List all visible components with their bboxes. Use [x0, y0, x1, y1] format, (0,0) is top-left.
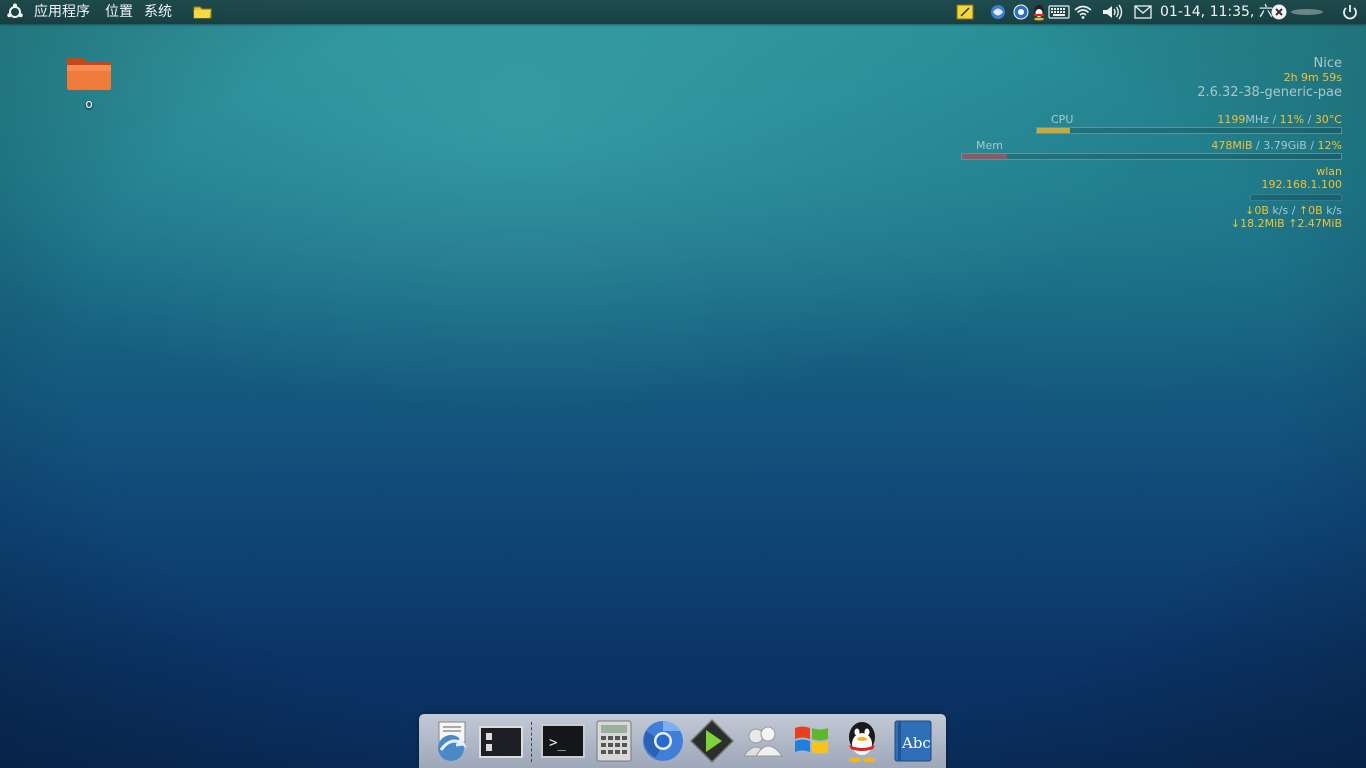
- mem-bar: [961, 153, 1342, 160]
- mem-used: 478MiB: [1211, 139, 1253, 152]
- file-manager-icon[interactable]: [429, 718, 475, 764]
- net-totals: ↓18.2MiB ↑2.47MiB: [1231, 217, 1342, 230]
- user-name-smudge: [1290, 3, 1324, 21]
- cpu-stats: 1199MHz / 11% / 30°C: [1217, 113, 1342, 126]
- ubuntu-logo-icon[interactable]: [6, 3, 24, 21]
- net-up-total: ↑2.47MiB: [1288, 217, 1342, 230]
- chromium-icon[interactable]: [640, 718, 686, 764]
- net-bar: [1250, 194, 1342, 201]
- mem-bar-fill: [962, 154, 1007, 159]
- net-down-total: ↓18.2MiB: [1230, 217, 1285, 230]
- net-down-rate: ↓0B: [1245, 204, 1269, 217]
- cpu-freq: 1199: [1217, 113, 1246, 126]
- cpu-bar: [1036, 127, 1342, 134]
- windows-icon[interactable]: [789, 718, 835, 764]
- volume-icon[interactable]: [1101, 3, 1123, 21]
- desktop-folder[interactable]: o: [58, 50, 120, 114]
- terminal-prompt: >_: [549, 735, 566, 751]
- qq-tray-icon[interactable]: [1030, 3, 1048, 21]
- wifi-icon[interactable]: [1074, 3, 1092, 21]
- cpu-freq-unit: MHz: [1245, 113, 1269, 126]
- show-desktop-icon[interactable]: [478, 718, 524, 764]
- conky-kernel: 2.6.32-38-generic-pae: [1197, 85, 1342, 100]
- net-rate-unit: k/s: [1326, 204, 1342, 217]
- play-media-icon[interactable]: [689, 718, 735, 764]
- cpu-label: CPU: [1051, 113, 1074, 126]
- contacts-icon[interactable]: [739, 718, 785, 764]
- mail-icon[interactable]: [1134, 3, 1152, 21]
- cpu-sep: /: [1268, 113, 1280, 126]
- dictionary-icon[interactable]: Abc: [890, 718, 936, 764]
- mem-percent: 12%: [1317, 139, 1342, 152]
- mem-total: 3.79GiB: [1263, 139, 1307, 152]
- qq-icon[interactable]: [839, 718, 885, 764]
- net-rates: ↓0B k/s / ↑0B k/s: [1245, 204, 1342, 217]
- folder-icon: [67, 58, 111, 90]
- menu-applications[interactable]: 应用程序: [34, 0, 90, 24]
- mem-stats: 478MiB / 3.79GiB / 12%: [1211, 139, 1342, 152]
- net-sep: /: [1288, 204, 1299, 217]
- desktop-folder-label: o: [85, 97, 93, 111]
- menu-places[interactable]: 位置: [105, 0, 133, 24]
- net-rate-unit: k/s: [1272, 204, 1289, 217]
- conky-monitor: Nice 2h 9m 59s 2.6.32-38-generic-pae CPU…: [950, 52, 1342, 232]
- net-ip: 192.168.1.100: [1261, 178, 1342, 191]
- folder-launcher-icon[interactable]: [193, 3, 213, 21]
- mem-label: Mem: [976, 139, 1003, 152]
- notes-icon[interactable]: [956, 3, 974, 21]
- dock: >_ Abc: [419, 714, 946, 768]
- top-panel: 应用程序 位置 系统 01-14, 11:35, 六: [0, 0, 1366, 24]
- mem-sep: /: [1252, 139, 1264, 152]
- cpu-bar-fill: [1037, 128, 1070, 133]
- network-app-icon[interactable]: [989, 3, 1007, 21]
- cpu-temp: 30°C: [1314, 113, 1342, 126]
- mem-sep: /: [1306, 139, 1318, 152]
- menu-system[interactable]: 系统: [144, 0, 172, 24]
- cpu-sep: /: [1304, 113, 1315, 126]
- clock[interactable]: 01-14, 11:35, 六: [1160, 0, 1273, 24]
- user-icon[interactable]: [1270, 3, 1288, 21]
- cpu-usage: 11%: [1279, 113, 1305, 126]
- dock-separator: [531, 722, 534, 762]
- power-icon[interactable]: [1341, 3, 1359, 21]
- conky-uptime: 2h 9m 59s: [1283, 71, 1342, 84]
- chat-icon[interactable]: [1012, 3, 1030, 21]
- calculator-icon[interactable]: [591, 718, 637, 764]
- conky-hostname: Nice: [1313, 56, 1342, 71]
- keyboard-icon[interactable]: [1048, 3, 1070, 21]
- net-interface: wlan: [1316, 165, 1342, 178]
- terminal-icon[interactable]: >_: [540, 718, 586, 764]
- dictionary-text: Abc: [901, 734, 931, 752]
- net-up-rate: ↑0B: [1298, 204, 1323, 217]
